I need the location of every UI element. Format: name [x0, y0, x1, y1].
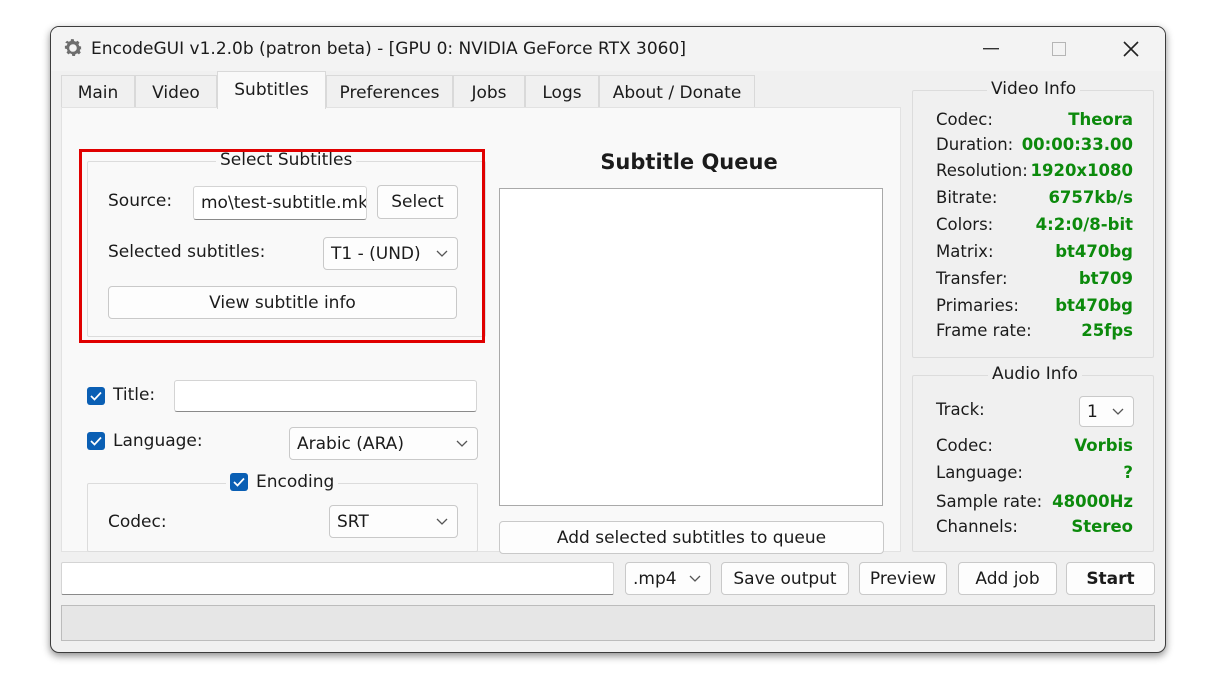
add-to-queue-button[interactable]: Add selected subtitles to queue — [499, 521, 884, 554]
window-title: EncodeGUI v1.2.0b (patron beta) - [GPU 0… — [91, 39, 686, 59]
subtitle-queue-list[interactable] — [499, 188, 883, 506]
video-info-legend: Video Info — [987, 79, 1081, 99]
tab-label: Subtitles — [234, 80, 309, 100]
start-button[interactable]: Start — [1066, 562, 1155, 595]
encoding-group: Encoding Codec: SRT — [87, 472, 478, 552]
video-info-value: bt470bg — [1055, 296, 1133, 315]
chevron-down-icon — [1112, 408, 1124, 415]
maximize-button[interactable] — [1041, 35, 1077, 63]
track-value: 1 — [1087, 401, 1098, 422]
audio-info-label: Language: — [936, 463, 1023, 482]
audio-info-group: Audio Info Track: 1 Codec: Vorbis Langua… — [912, 364, 1154, 552]
tab-video[interactable]: Video — [135, 75, 217, 109]
video-info-label: Bitrate: — [936, 188, 998, 207]
tab-main[interactable]: Main — [61, 75, 135, 109]
close-icon — [1123, 41, 1139, 57]
tab-about-donate[interactable]: About / Donate — [599, 75, 755, 109]
checkmark-icon — [233, 477, 245, 487]
audio-info-value: 48000Hz — [1052, 492, 1133, 511]
tab-label: Jobs — [471, 83, 507, 103]
audio-info-label: Codec: — [936, 436, 993, 455]
chevron-down-icon — [456, 440, 468, 447]
progress-bar — [61, 605, 1155, 641]
tab-label: About / Donate — [612, 83, 742, 103]
chevron-down-icon — [689, 575, 701, 582]
title-label: Title: — [113, 385, 156, 405]
tab-preferences[interactable]: Preferences — [326, 75, 453, 109]
audio-info-label: Channels: — [936, 517, 1018, 536]
checkmark-icon — [90, 391, 102, 401]
video-info-label: Frame rate: — [936, 321, 1032, 340]
highlight-frame — [79, 149, 485, 343]
preview-button[interactable]: Preview — [859, 562, 947, 595]
tab-label: Logs — [542, 83, 582, 103]
video-info-value: bt470bg — [1055, 242, 1133, 261]
tab-label: Main — [77, 83, 119, 103]
title-input[interactable] — [174, 380, 477, 412]
minimize-icon — [983, 48, 999, 50]
language-label: Language: — [113, 431, 203, 451]
encoding-legend: Encoding — [226, 472, 339, 492]
gear-icon — [64, 39, 83, 56]
close-button[interactable] — [1113, 35, 1149, 63]
title-checkbox[interactable] — [87, 387, 105, 405]
encoding-label: Encoding — [256, 472, 335, 492]
video-info-group: Video Info Codec: Theora Duration: 00:00… — [912, 79, 1154, 358]
video-info-value: bt709 — [1078, 269, 1133, 288]
output-path-input[interactable] — [61, 562, 614, 595]
video-info-label: Transfer: — [936, 269, 1008, 288]
video-info-label: Colors: — [936, 215, 994, 234]
tab-jobs[interactable]: Jobs — [453, 75, 525, 109]
encoding-checkbox[interactable] — [230, 473, 248, 491]
add-job-button[interactable]: Add job — [958, 562, 1057, 595]
video-info-value: 6757kb/s — [1048, 188, 1133, 207]
audio-info-value: Stereo — [1071, 517, 1133, 536]
video-info-value: 00:00:33.00 — [1021, 135, 1133, 154]
tab-subtitles[interactable]: Subtitles — [217, 71, 326, 109]
subtitle-queue-heading: Subtitle Queue — [600, 150, 778, 174]
video-info-value: Theora — [1068, 110, 1133, 129]
codec-value: SRT — [337, 511, 369, 532]
video-info-label: Matrix: — [936, 242, 994, 261]
track-dropdown[interactable]: 1 — [1079, 396, 1134, 427]
video-info-label: Codec: — [936, 110, 993, 129]
maximize-icon — [1052, 42, 1066, 56]
checkmark-icon — [90, 436, 102, 446]
audio-info-value: Vorbis — [1074, 436, 1133, 455]
chevron-down-icon — [436, 518, 448, 525]
container-dropdown[interactable]: .mp4 — [625, 562, 711, 595]
tab-label: Video — [152, 83, 200, 103]
save-output-button[interactable]: Save output — [721, 562, 849, 595]
audio-info-label: Sample rate: — [936, 492, 1043, 511]
minimize-button[interactable] — [973, 35, 1009, 63]
title-bar: EncodeGUI v1.2.0b (patron beta) - [GPU 0… — [51, 27, 1165, 71]
video-info-label: Duration: — [936, 135, 1014, 154]
language-checkbox[interactable] — [87, 432, 105, 450]
language-dropdown[interactable]: Arabic (ARA) — [289, 427, 478, 460]
audio-info-value: ? — [1123, 463, 1133, 482]
container-value: .mp4 — [633, 568, 677, 589]
video-info-label: Resolution: — [936, 161, 1028, 180]
codec-label: Codec: — [108, 512, 167, 532]
language-value: Arabic (ARA) — [297, 433, 404, 454]
video-info-label: Primaries: — [936, 296, 1019, 315]
video-info-value: 25fps — [1081, 321, 1133, 340]
audio-info-legend: Audio Info — [988, 364, 1082, 384]
video-info-value: 4:2:0/8-bit — [1035, 215, 1133, 234]
tab-logs[interactable]: Logs — [525, 75, 599, 109]
video-info-value: 1920x1080 — [1030, 161, 1134, 180]
track-label: Track: — [936, 400, 985, 419]
codec-dropdown[interactable]: SRT — [329, 505, 458, 538]
app-window: EncodeGUI v1.2.0b (patron beta) - [GPU 0… — [50, 26, 1166, 653]
tab-label: Preferences — [339, 83, 440, 103]
